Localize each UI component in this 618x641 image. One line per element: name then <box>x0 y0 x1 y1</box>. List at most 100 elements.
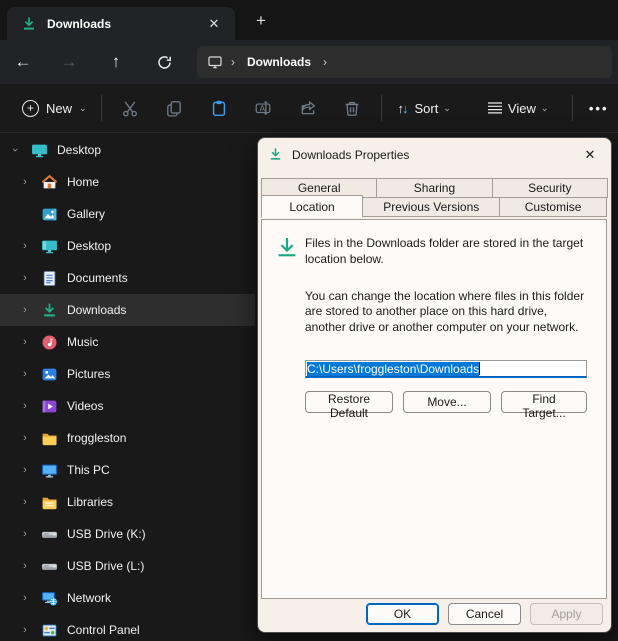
chevron-right-icon[interactable] <box>18 176 32 188</box>
sidebar-item-usb-drive-l[interactable]: USB Drive (L:) <box>0 550 255 582</box>
rename-button[interactable]: A <box>241 90 286 126</box>
dialog-title: Downloads Properties <box>292 148 568 162</box>
chevron-right-icon[interactable] <box>18 368 32 380</box>
back-button[interactable]: ← <box>6 45 40 79</box>
sidebar-item-pictures[interactable]: Pictures <box>0 358 255 390</box>
text-caret <box>479 362 480 375</box>
chevron-down-icon: ⌄ <box>443 103 451 114</box>
tab-security[interactable]: Security <box>492 178 608 198</box>
sidebar-item-network[interactable]: Network <box>0 582 255 614</box>
restore-default-button[interactable]: Restore Default <box>305 391 393 413</box>
sidebar-item-libraries[interactable]: Libraries <box>0 486 255 518</box>
sidebar-item-control-panel[interactable]: Control Panel <box>0 614 255 641</box>
sort-button[interactable]: ↑↓ Sort ⌄ <box>388 95 461 122</box>
chevron-right-icon[interactable] <box>18 528 32 540</box>
chevron-right-icon[interactable] <box>18 496 32 508</box>
sidebar-item-videos[interactable]: Videos <box>0 390 255 422</box>
sidebar-item-desktop-root[interactable]: Desktop <box>0 134 255 166</box>
chevron-right-icon[interactable] <box>18 304 32 316</box>
location-description-text: You can change the location where files … <box>305 289 586 336</box>
sidebar-item-home[interactable]: Home <box>0 166 255 198</box>
sidebar-item-gallery[interactable]: Gallery <box>0 198 255 230</box>
sidebar-item-label: Gallery <box>67 207 105 221</box>
chevron-down-icon: ⌄ <box>79 103 87 114</box>
tab-location[interactable]: Location <box>261 195 363 218</box>
breadcrumb-chevron-icon[interactable]: › <box>323 55 327 69</box>
this-pc-icon <box>41 462 58 479</box>
sidebar-item-this-pc[interactable]: This PC <box>0 454 255 486</box>
new-button-label: New <box>46 101 72 116</box>
move-button[interactable]: Move... <box>403 391 491 413</box>
up-button[interactable]: ↑ <box>99 45 133 79</box>
documents-icon <box>41 270 58 287</box>
cancel-button[interactable]: Cancel <box>448 603 521 625</box>
property-tabs-front-row: Location Previous Versions Customise <box>261 197 607 220</box>
sidebar-item-label: froggleston <box>67 431 126 445</box>
explorer-tab-downloads[interactable]: Downloads ✕ <box>7 7 235 40</box>
location-path-input[interactable]: C:\Users\froggleston\Downloads <box>305 360 587 378</box>
chevron-down-icon[interactable] <box>8 144 22 156</box>
delete-button[interactable] <box>330 90 375 126</box>
chevron-right-icon[interactable] <box>18 272 32 284</box>
tab-title: Downloads <box>47 17 193 31</box>
tab-sharing[interactable]: Sharing <box>376 178 492 198</box>
downloads-properties-dialog: Downloads Properties ✕ General Sharing S… <box>257 137 612 633</box>
refresh-button[interactable] <box>147 45 181 79</box>
sidebar-item-label: Documents <box>67 271 128 285</box>
new-button[interactable]: + New ⌄ <box>14 94 95 123</box>
home-icon <box>41 174 58 191</box>
sort-arrows-icon: ↑↓ <box>398 101 407 116</box>
ok-button[interactable]: OK <box>366 603 439 625</box>
sidebar-item-usb-drive-k[interactable]: USB Drive (K:) <box>0 518 255 550</box>
address-bar[interactable]: › Downloads › <box>197 46 612 78</box>
gallery-icon <box>41 206 58 223</box>
view-button[interactable]: View ⌄ <box>477 95 559 122</box>
videos-icon <box>41 398 58 415</box>
cut-button[interactable] <box>108 90 153 126</box>
chevron-right-icon[interactable] <box>18 432 32 444</box>
paste-button[interactable] <box>197 90 242 126</box>
libraries-icon <box>41 494 58 511</box>
share-button[interactable] <box>286 90 331 126</box>
chevron-placeholder <box>18 208 32 220</box>
forward-button[interactable]: → <box>52 45 86 79</box>
chevron-right-icon[interactable] <box>18 400 32 412</box>
selected-path-text: C:\Users\froggleston\Downloads <box>307 362 479 376</box>
folder-icon <box>41 430 58 447</box>
sidebar-item-label: USB Drive (L:) <box>67 559 144 573</box>
sidebar-item-label: Music <box>67 335 98 349</box>
copy-button[interactable] <box>152 90 197 126</box>
tab-customise[interactable]: Customise <box>499 197 606 217</box>
sidebar-item-froggleston[interactable]: froggleston <box>0 422 255 454</box>
new-tab-button[interactable]: + <box>248 9 274 33</box>
chevron-right-icon[interactable] <box>18 240 32 252</box>
chevron-right-icon[interactable] <box>18 624 32 636</box>
toolbar-divider <box>101 95 102 121</box>
breadcrumb-downloads[interactable]: Downloads <box>243 55 315 69</box>
sidebar-item-label: Desktop <box>57 143 101 157</box>
sidebar-item-music[interactable]: Music <box>0 326 255 358</box>
desktop-icon <box>31 142 48 159</box>
tab-close-icon[interactable]: ✕ <box>203 13 225 35</box>
chevron-right-icon[interactable] <box>18 560 32 572</box>
sidebar-item-label: Downloads <box>67 303 126 317</box>
tab-previous-versions[interactable]: Previous Versions <box>362 197 500 217</box>
dialog-close-icon[interactable]: ✕ <box>577 143 603 167</box>
sidebar-item-downloads[interactable]: Downloads <box>0 294 255 326</box>
downloads-icon <box>21 16 37 32</box>
find-target-button[interactable]: Find Target... <box>501 391 587 413</box>
chevron-right-icon[interactable] <box>18 336 32 348</box>
desktop-icon <box>41 238 58 255</box>
apply-button[interactable]: Apply <box>530 603 603 625</box>
more-options-button[interactable]: ••• <box>579 90 618 126</box>
sidebar-item-documents[interactable]: Documents <box>0 262 255 294</box>
sidebar-item-desktop[interactable]: Desktop <box>0 230 255 262</box>
view-button-label: View <box>508 101 536 116</box>
sidebar-item-label: Pictures <box>67 367 110 381</box>
usb-drive-icon <box>41 526 58 543</box>
sidebar-item-label: This PC <box>67 463 110 477</box>
chevron-right-icon[interactable] <box>18 464 32 476</box>
location-intro-text: Files in the Downloads folder are stored… <box>305 236 586 268</box>
chevron-right-icon[interactable] <box>18 592 32 604</box>
sort-button-label: Sort <box>415 101 439 116</box>
